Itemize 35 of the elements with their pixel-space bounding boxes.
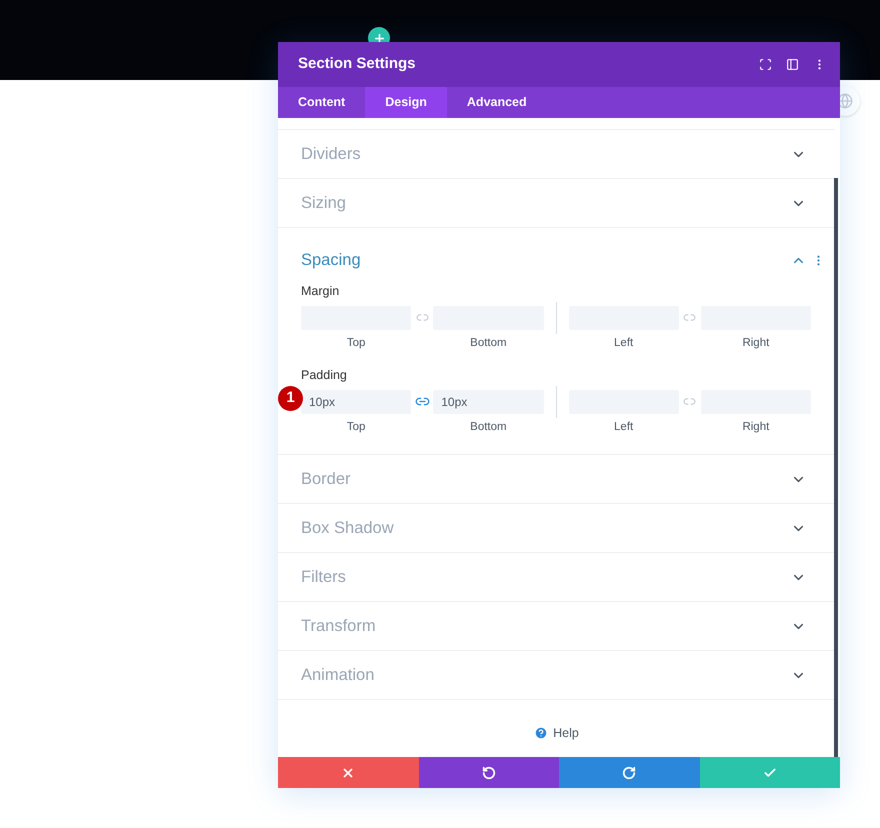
- plus-icon: [372, 32, 386, 44]
- input-field[interactable]: 10px: [433, 390, 544, 414]
- field-label: Bottom: [470, 336, 507, 351]
- field-label: Left: [614, 420, 634, 435]
- undo-icon: [482, 766, 496, 780]
- section-title[interactable]: Box Shadow: [301, 516, 394, 540]
- input-field[interactable]: 10px: [301, 390, 412, 414]
- section-title[interactable]: Animation: [301, 662, 374, 688]
- modal-title: Section Settings: [298, 54, 416, 74]
- section-title[interactable]: Border: [301, 466, 351, 492]
- fullscreen-icon[interactable]: [759, 58, 772, 71]
- field-label: Right: [742, 336, 770, 351]
- field-label: Top: [346, 336, 366, 351]
- help-icon: [534, 726, 548, 740]
- scrollbar[interactable]: [834, 178, 838, 757]
- section-title[interactable]: Transform: [301, 614, 376, 638]
- sidebar-icon[interactable]: [786, 58, 799, 71]
- section-title[interactable]: Sizing: [301, 190, 346, 216]
- field-label: Bottom: [470, 420, 507, 435]
- section-title[interactable]: Filters: [301, 564, 346, 590]
- tab[interactable]: Advanced: [446, 87, 547, 118]
- section-title[interactable]: Dividers: [301, 142, 361, 166]
- close-icon: [341, 766, 356, 780]
- group-label: Margin: [301, 283, 340, 300]
- check-icon: [762, 766, 777, 780]
- redo-icon: [622, 766, 636, 780]
- help-link[interactable]: Help: [534, 724, 579, 743]
- field-label: Top: [346, 420, 366, 435]
- group-label: Padding: [301, 367, 348, 384]
- step-badge: 1: [278, 386, 303, 411]
- section-title[interactable]: Spacing: [301, 248, 361, 272]
- tab[interactable]: Content: [278, 87, 366, 118]
- tab[interactable]: Design: [365, 87, 447, 118]
- field-label: Left: [614, 336, 634, 351]
- field-label: Right: [742, 420, 770, 435]
